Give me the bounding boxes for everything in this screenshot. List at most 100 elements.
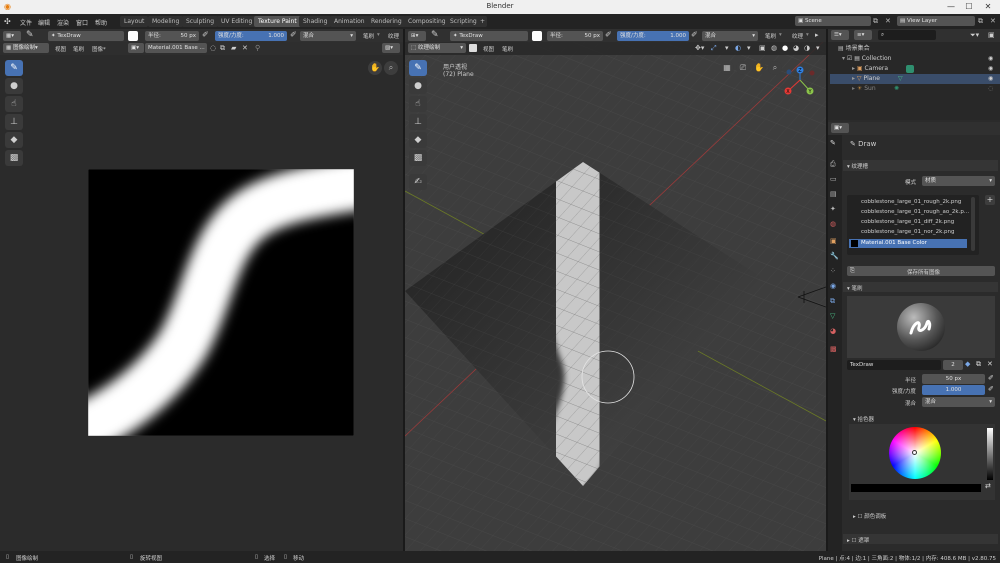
display-mode-icon[interactable]: ▨▾ [382,43,400,53]
menu-help[interactable]: 帮助 [95,18,107,27]
annotate-tool-icon[interactable]: ✍ [409,174,427,190]
brush-preview[interactable] [847,296,995,358]
radius-field[interactable]: 半径: 50 px [145,31,199,41]
tab-uv-editing[interactable]: UV Editing [217,16,257,27]
mask-panel-header[interactable]: ▸ ☐ 遮罩 [843,534,998,544]
view-object-types-icon[interactable]: ✥▾ [695,44,704,52]
radius-field[interactable]: 50 px [922,374,985,384]
close-icon[interactable]: ✕ [885,17,891,25]
zoom-icon[interactable]: ⌕ [384,61,398,75]
color-wheel[interactable] [889,427,941,479]
solid-shading-icon[interactable]: ● [782,44,788,52]
view-layer-tab-icon[interactable]: ▤ [830,190,837,198]
blend-dropdown[interactable]: 混合 ▾ [922,397,995,407]
outliner-item-camera[interactable]: ▸ ▣ Camera ◉ [830,64,1000,74]
close-icon[interactable]: ✕ [981,1,995,13]
visibility-eye-icon[interactable]: ◌ [988,84,993,94]
pressure-icon[interactable]: ✐ [290,30,297,39]
brush-name-field[interactable]: ✦ TexDraw [450,31,528,41]
blend-dropdown[interactable]: 混合 ▾ [702,31,758,41]
close-icon[interactable]: ✕ [990,17,996,25]
clone-tool-icon[interactable]: ⊥ [409,114,427,130]
editor-type-icon[interactable]: ▣▾ [831,123,849,133]
visibility-eye-icon[interactable]: ◉ [988,54,993,64]
tab-sculpting[interactable]: Sculpting [182,16,219,27]
modifier-tab-icon[interactable]: 🔧 [830,252,839,260]
tab-rendering[interactable]: Rendering [367,16,406,27]
fill-tool-icon[interactable]: ◆ [409,132,427,148]
close-icon[interactable]: ✕ [242,44,248,52]
tab-scripting[interactable]: Scripting [446,16,481,27]
pressure-icon[interactable]: ✐ [605,30,612,39]
mask-toggle-icon[interactable] [469,44,477,52]
texture-tab-icon[interactable]: ▩ [830,345,837,353]
editor-type-icon[interactable]: ☰▾ [831,30,849,40]
brush-menu-2[interactable]: 笔刷 [73,45,84,53]
display-mode-icon[interactable]: ≡▾ [854,30,872,40]
scene-selector[interactable]: ▣ Scene [795,16,871,26]
list-scrollbar[interactable] [971,197,975,251]
shield-icon[interactable]: ◌ [210,44,216,52]
rendered-shading-icon[interactable]: ◑ [804,44,810,52]
pressure-icon[interactable]: ✐ [988,374,994,382]
camera-view-icon[interactable]: ▦ [720,61,734,75]
save-all-images-button[interactable]: ⎘ 保存所有图像 [847,266,995,276]
image-browse-icon[interactable]: ▣▾ [128,43,144,53]
value-slider[interactable] [987,428,993,480]
texture-slot-item[interactable]: cobblestone_large_01_rough_ao_2k.p... [861,209,969,215]
color-swatch[interactable] [532,31,542,41]
outliner-item-sun[interactable]: ▸ ☀ Sun ✺ ◌ [830,84,1000,94]
image-menu[interactable]: 图像* [92,45,106,53]
outliner-collection[interactable]: ▾ ☑ ▤ Collection ◉ [830,54,1000,64]
swap-colors-icon[interactable]: ⇄ [985,482,991,490]
tab-modeling[interactable]: Modeling [148,16,184,27]
pressure-icon[interactable]: ✐ [988,385,994,393]
navigation-gizmo[interactable]: Y X Z [780,64,820,98]
world-tab-icon[interactable]: ◍ [830,220,836,228]
copy-icon[interactable]: ⧉ [220,44,225,53]
draw-tool-icon[interactable]: ✎ [409,60,427,76]
outliner-search-input[interactable]: ⌕ [878,30,936,40]
texture-image-canvas[interactable] [88,169,354,436]
copy-icon[interactable]: ⧉ [873,17,878,26]
menu-edit[interactable]: 编辑 [38,18,50,27]
tab-compositing[interactable]: Compositing [404,16,450,27]
new-collection-icon[interactable]: ▣ [988,31,995,39]
strength-field[interactable]: 强度/力度: 1.000 [215,31,287,41]
strength-field[interactable]: 1.000 [922,385,985,395]
physics-tab-icon[interactable]: ◉ [830,282,836,290]
output-tab-icon[interactable]: ▭ [830,175,837,183]
maximize-icon[interactable]: ☐ [962,1,976,13]
mask-tool-icon[interactable]: ▩ [409,150,427,166]
add-workspace-icon[interactable]: + [478,16,488,27]
pressure-icon[interactable]: ✐ [691,30,698,39]
brush-icon[interactable]: ✎ [431,30,439,40]
texture-menu[interactable]: 纹理 [792,32,803,40]
copy-icon[interactable]: ⧉ [978,17,983,26]
brush-users-count[interactable]: 2 [943,360,963,370]
brush-menu[interactable]: 笔刷 [765,32,776,40]
3d-viewport[interactable] [405,29,826,551]
blender-menu-icon[interactable]: ✣ [4,17,11,26]
menu-render[interactable]: 渲染 [57,18,69,27]
editor-type-icon[interactable]: ⊞▾ [408,31,426,41]
copy-icon[interactable]: ⧉ [976,360,981,369]
soften-tool-icon[interactable]: ● [5,78,23,94]
brush-color-swatch[interactable] [851,484,981,492]
folder-icon[interactable]: ▰ [231,44,236,52]
outliner-item-plane[interactable]: ▸ ▽ Plane ▽ ◉ [830,74,1000,84]
tab-animation[interactable]: Animation [330,16,369,27]
soften-tool-icon[interactable]: ● [409,78,427,94]
close-icon[interactable]: ✕ [987,360,993,368]
brush-name-field[interactable]: TexDraw [847,360,941,370]
color-picker-panel-header[interactable]: ▾ 拾色器 [849,413,995,423]
brush-panel-header[interactable]: ▾ 笔刷 [843,282,998,292]
material-shading-icon[interactable]: ◕ [793,44,799,52]
mode-dropdown[interactable]: ⬚ 纹理绘制 ▾ [408,43,466,53]
clone-tool-icon[interactable]: ⊥ [5,114,23,130]
tool-tab-icon[interactable]: ✎ [830,139,836,147]
outliner-scene-collection[interactable]: ▤ 场景集合 [830,44,1000,54]
draw-tool-icon[interactable]: ✎ [5,60,23,76]
visibility-eye-icon[interactable]: ◉ [988,64,993,74]
brush-menu[interactable]: 笔刷 [363,32,374,40]
